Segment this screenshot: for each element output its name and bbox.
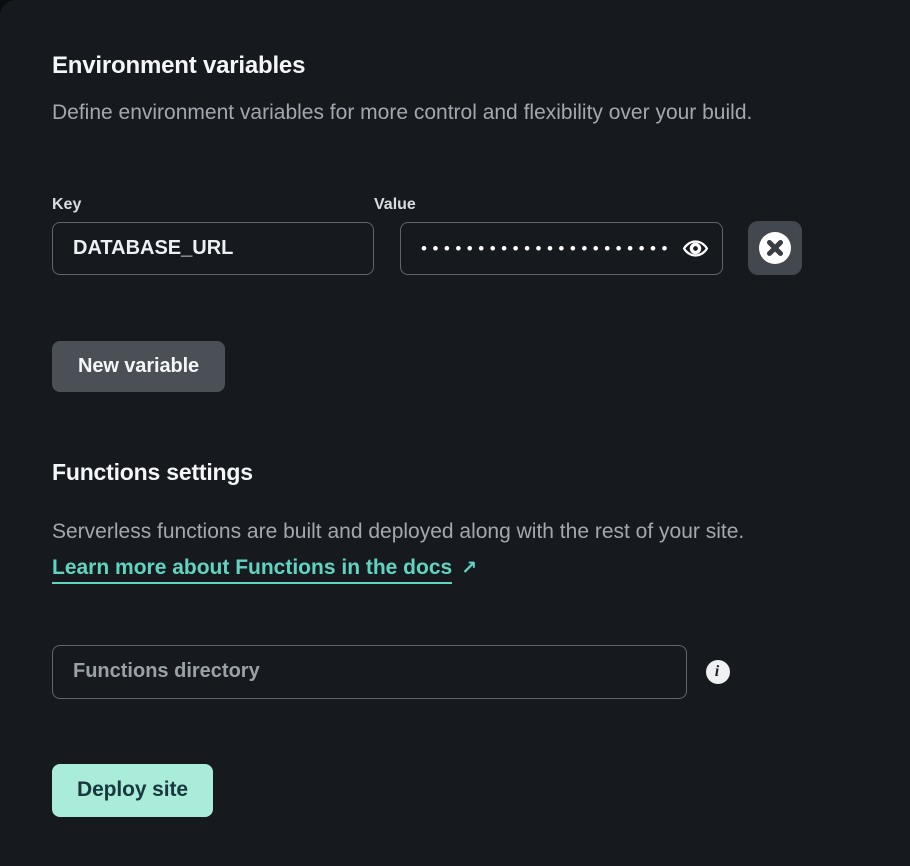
info-icon[interactable]: i — [706, 660, 730, 684]
key-label: Key — [52, 195, 374, 214]
remove-variable-button[interactable] — [748, 221, 802, 275]
x-circle-icon — [758, 231, 792, 265]
functions-settings-description: Serverless functions are built and deplo… — [52, 519, 874, 545]
settings-panel: Environment variables Define environment… — [0, 0, 910, 866]
key-field-group: Key — [52, 195, 374, 275]
functions-docs-link-row: Learn more about Functions in the docs ↗ — [52, 556, 874, 584]
value-input[interactable]: •••••••••••••••••••••• — [400, 222, 723, 275]
value-label: Value — [374, 195, 723, 214]
functions-docs-link-label: Learn more about Functions in the docs — [52, 556, 452, 584]
masked-value-text: •••••••••••••••••••••• — [421, 222, 680, 275]
env-var-row: Key Value •••••••••••••••••••••• — [52, 195, 874, 275]
new-variable-button[interactable]: New variable — [52, 341, 225, 392]
functions-directory-input[interactable] — [52, 645, 687, 699]
functions-docs-link[interactable]: Learn more about Functions in the docs ↗ — [52, 556, 477, 584]
key-input[interactable] — [52, 222, 374, 275]
deploy-site-button[interactable]: Deploy site — [52, 764, 213, 817]
functions-directory-row: i — [52, 645, 874, 699]
eye-icon — [682, 235, 709, 262]
value-field-group: Value •••••••••••••••••••••• — [374, 195, 723, 275]
environment-variables-title: Environment variables — [52, 52, 874, 81]
external-link-arrow-icon: ↗ — [461, 557, 477, 580]
reveal-value-button[interactable] — [680, 234, 710, 264]
environment-variables-description: Define environment variables for more co… — [52, 100, 874, 126]
functions-settings-title: Functions settings — [52, 459, 874, 487]
